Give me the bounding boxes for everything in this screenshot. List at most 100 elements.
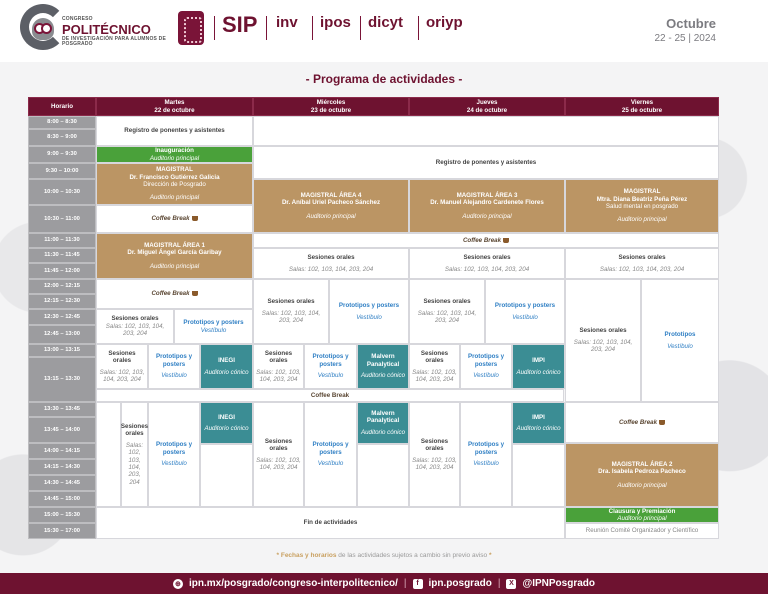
sponsor-name: INEGI — [218, 413, 235, 421]
event-magistral-area-3: MAGISTRAL ÁREA 3 Dr. Manuel Alejandro Ca… — [409, 179, 565, 233]
session-rooms: Salas: 102, 103, 104, 203, 204 — [288, 265, 374, 273]
session-location: Vestíbulo — [317, 460, 344, 468]
note-rest: de las actividades sujetos a cambio sin … — [338, 552, 488, 559]
event-sesiones-orales: Sesiones orales Salas: 102, 103, 104, 20… — [253, 344, 304, 389]
event-sesiones-orales: Sesiones orales Salas: 102, 103, 104, 20… — [409, 344, 460, 389]
event-inauguracion: Inauguración Auditorio principal — [96, 146, 253, 163]
session-title: Prototipos y posters — [155, 353, 193, 368]
session-title: Sesiones orales — [618, 254, 666, 262]
event-prototipos: Prototipos y posters Vestíbulo — [304, 344, 357, 389]
event-sesiones-orales: Sesiones orales Salas: 102, 103, 104, 20… — [409, 248, 565, 279]
day-name: Jueves — [476, 99, 498, 107]
empty-cell — [357, 444, 409, 507]
session-rooms: Salas: 102, 103, 104, 203, 204 — [417, 309, 477, 325]
event-coffee-break-wide: Coffee Break — [96, 389, 564, 402]
session-location: Vestíbulo — [667, 342, 693, 350]
event-location: Auditorio cónico — [204, 368, 249, 376]
event-malvern: Malvern Panalytical Auditorio cónico — [357, 344, 409, 389]
session-title: Prototipos y posters — [467, 441, 505, 456]
time-slot: 12:30 – 12:45 — [28, 309, 96, 325]
divider — [214, 16, 215, 40]
speaker-name: Dr. Manuel Alejandro Cardenete Flores — [430, 199, 544, 207]
session-location: Vestíbulo — [356, 313, 382, 321]
speaker-affiliation: Dirección de Posgrado — [143, 181, 206, 188]
coffee-cup-icon — [659, 419, 666, 425]
header-day-miercoles: Miércoles 23 de octubre — [253, 97, 409, 116]
event-magistral-area-4: MAGISTRAL ÁREA 4 Dr. Aníbal Uriel Pachec… — [253, 179, 409, 233]
event-location: Auditorio principal — [617, 515, 667, 522]
event-coffee-break: Coffee Break — [96, 279, 253, 309]
time-slot: 12:45 – 13:00 — [28, 325, 96, 344]
session-title: Sesiones orales — [111, 315, 159, 323]
disclaimer-note: * Fechas y horarios de las actividades s… — [276, 552, 492, 559]
speaker-name: Dr. Francisco Gutiérrez Galicia — [129, 173, 220, 181]
header: CONGRESO POLITÉCNICO DE INVESTIGACIÓN PA… — [0, 0, 768, 62]
footer-x-link[interactable]: @IPNPosgrado — [522, 578, 595, 589]
time-slot: 9:00 – 9:30 — [28, 146, 96, 163]
owl-icon — [32, 18, 54, 40]
header-day-jueves: Jueves 24 de octubre — [409, 97, 565, 116]
speaker-name: Dra. Isabela Pedroza Pacheco — [598, 468, 686, 476]
session-title: Prototipos y posters — [312, 353, 349, 368]
session-title: Sesiones orales — [420, 349, 449, 365]
session-title: Sesiones orales — [264, 437, 293, 453]
event-sesiones-orales: Sesiones orales Salas: 102, 103, 104, 20… — [565, 248, 719, 279]
session-rooms: Salas: 102, 103, 104, 203, 204 — [444, 265, 530, 273]
header-horario: Horario — [28, 97, 96, 116]
session-location: Vestíbulo — [200, 326, 227, 334]
brand-oriyp: oriyp — [426, 14, 463, 31]
logo-subtitle-text: DE INVESTIGACIÓN PARA ALUMNOS DE POSGRAD… — [62, 36, 166, 47]
session-location: Vestíbulo — [512, 313, 538, 321]
session-title: Prototipos y posters — [312, 441, 349, 456]
coffee-cup-icon — [191, 216, 198, 222]
footer-website-link[interactable]: ipn.mx/posgrado/congreso-interpolitecnic… — [189, 578, 398, 589]
event-location: Auditorio principal — [617, 481, 667, 489]
time-slot: 13:30 – 13:45 — [28, 402, 96, 417]
day-name: Miércoles — [316, 99, 346, 107]
session-title: Sesiones orales — [423, 298, 471, 306]
time-slot: 11:45 – 12:00 — [28, 263, 96, 279]
event-location: Auditorio principal — [149, 262, 200, 270]
event-fin-de-actividades: Fin de actividades — [96, 507, 565, 539]
event-prototipos: Prototipos y posters Vestíbulo — [304, 402, 357, 507]
divider — [360, 16, 361, 40]
empty-cell — [200, 444, 253, 507]
page-title: - Programa de actividades - — [305, 72, 463, 86]
event-month: Octubre — [666, 16, 716, 31]
session-rooms: Salas: 102, 103, 104, 203, 204 — [99, 368, 145, 383]
event-sesiones-orales: Sesiones orales Salas: 102, 103, 104, 20… — [96, 344, 148, 389]
event-magistral-martes: MAGISTRAL Dr. Francisco Gutiérrez Galici… — [96, 163, 253, 205]
header-day-martes: Martes 22 de octubre — [96, 97, 253, 116]
event-sesiones-orales: Sesiones orales Salas: 102, 103, 104, 20… — [121, 402, 148, 507]
brand-sip: SIP — [222, 12, 258, 37]
footer-facebook-link[interactable]: ipn.posgrado — [429, 578, 492, 589]
day-name: Viernes — [630, 99, 654, 107]
session-rooms: Salas: 102, 103, 104, 203, 204 — [256, 456, 301, 471]
session-title: Prototipos y posters — [183, 319, 244, 327]
session-rooms: Salas: 102, 103, 104, 203, 204 — [573, 338, 633, 354]
session-rooms: Salas: 102, 103, 104, 203, 204 — [261, 309, 321, 325]
event-days: 22 - 25 | 2024 — [654, 33, 716, 44]
day-date: 25 de octubre — [621, 106, 663, 114]
coffee-break-label: Coffee Break — [151, 290, 198, 297]
event-malvern: Malvern Panalytical Auditorio cónico — [357, 402, 409, 444]
empty-cell — [253, 116, 719, 146]
time-slot: 11:00 – 11:30 — [28, 233, 96, 248]
brand-ipos: ipos — [320, 14, 351, 31]
session-title: Prototipos y posters — [467, 353, 505, 368]
speaker-name: Mtra. Diana Beatriz Peña Pérez — [596, 195, 688, 203]
event-title: MAGISTRAL ÁREA 3 — [456, 191, 518, 199]
day-date: 23 de octubre — [310, 106, 352, 114]
session-title: Sesiones orales — [463, 254, 511, 262]
ipn-seal-icon — [178, 11, 204, 45]
event-magistral-viernes: MAGISTRAL Mtra. Diana Beatriz Peña Pérez… — [565, 179, 719, 233]
logo-politecnico-text: POLITÉCNICO — [62, 22, 151, 37]
session-title: Sesiones orales — [420, 437, 449, 453]
session-rooms: Salas: 102, 103, 104, 203, 204 — [125, 441, 144, 486]
divider — [418, 16, 419, 40]
event-magistral-area-2: MAGISTRAL ÁREA 2 Dra. Isabela Pedroza Pa… — [565, 443, 719, 507]
day-date: 22 de octubre — [154, 106, 195, 114]
event-title: MAGISTRAL ÁREA 4 — [300, 191, 362, 199]
brand-inv: inv — [276, 14, 298, 31]
event-date: Octubre 22 - 25 | 2024 — [654, 16, 716, 44]
